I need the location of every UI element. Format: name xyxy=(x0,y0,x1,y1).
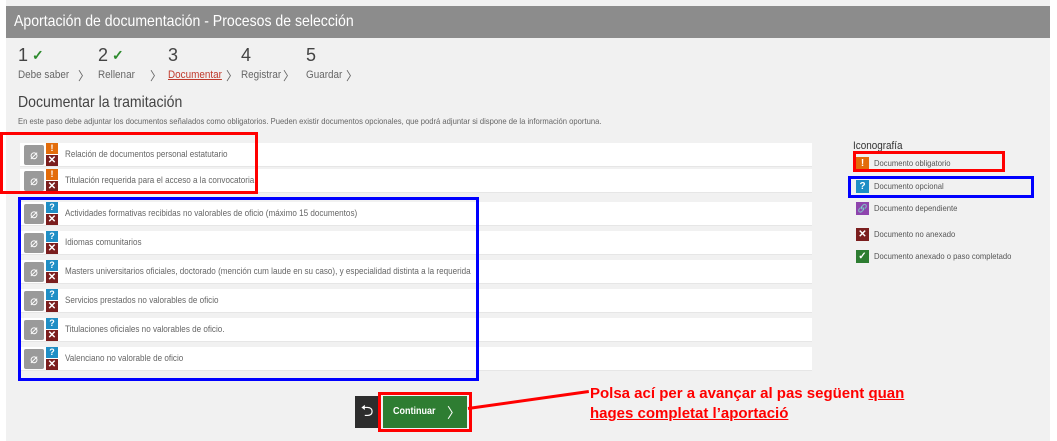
step-label[interactable]: Registrar xyxy=(241,69,281,81)
step-number: 2 xyxy=(98,45,109,65)
legend-label: Documento no anexado xyxy=(874,229,956,239)
paperclip-icon[interactable]: ⌀ xyxy=(24,320,44,340)
check-icon: ✓ xyxy=(32,47,44,63)
chevron-right-icon: 〉 xyxy=(346,69,359,83)
not-attached-icon: ✕ xyxy=(46,359,58,370)
document-label: Actividades formativas recibidas no valo… xyxy=(65,208,358,218)
not-attached-icon: ✕ xyxy=(46,243,58,254)
section-title: Documentar la tramitación xyxy=(18,94,183,111)
callout-line1-underlined: quan xyxy=(868,385,905,402)
callout-line2: hages completat l’aportació xyxy=(590,405,789,422)
optional-icon: ? xyxy=(46,289,58,300)
step-number: 1 xyxy=(18,45,29,65)
not-attached-icon: ✕ xyxy=(46,214,58,225)
paperclip-icon[interactable]: ⌀ xyxy=(24,291,44,311)
optional-icon: ? xyxy=(46,318,58,329)
document-row[interactable]: ⌀ ! ✕ Titulación requerida para el acces… xyxy=(20,169,812,193)
link-icon: 🔗 xyxy=(856,202,869,215)
return-icon: ⮌ xyxy=(360,403,374,420)
paperclip-icon[interactable]: ⌀ xyxy=(24,233,44,253)
not-attached-icon: ✕ xyxy=(46,155,58,166)
chevron-right-icon: 〉 xyxy=(447,405,461,421)
document-label: Masters universitarios oficiales, doctor… xyxy=(65,266,471,276)
legend-label: Documento dependiente xyxy=(874,203,958,213)
not-attached-icon: ✕ xyxy=(46,330,58,341)
paperclip-icon[interactable]: ⌀ xyxy=(24,262,44,282)
legend-label: Documento opcional xyxy=(874,181,944,191)
check-icon: ✓ xyxy=(112,47,124,63)
not-attached-icon: ✕ xyxy=(46,301,58,312)
document-label: Servicios prestados no valorables de ofi… xyxy=(65,295,219,305)
mandatory-icon: ! xyxy=(856,157,869,170)
callout-text: Polsa ací per a avançar al pas següent q… xyxy=(590,384,904,424)
document-label: Valenciano no valorable de oficio xyxy=(65,353,184,363)
section-description: En este paso debe adjuntar los documento… xyxy=(18,116,602,126)
not-attached-icon: ✕ xyxy=(46,272,58,283)
document-row[interactable]: ⌀ ? ✕ Actividades formativas recibidas n… xyxy=(20,202,812,226)
optional-icon: ? xyxy=(46,231,58,242)
continue-button[interactable]: Continuar 〉 xyxy=(383,396,467,428)
document-row[interactable]: ⌀ ! ✕ Relación de documentos personal es… xyxy=(20,143,812,167)
window-title: Aportación de documentación - Procesos d… xyxy=(14,13,354,30)
back-button[interactable]: ⮌ xyxy=(355,396,379,428)
step-number: 3 xyxy=(168,45,179,65)
paperclip-icon[interactable]: ⌀ xyxy=(24,349,44,369)
legend-title: Iconografía xyxy=(853,140,903,152)
paperclip-icon[interactable]: ⌀ xyxy=(24,145,44,165)
chevron-right-icon: 〉 xyxy=(283,69,296,83)
mandatory-icon: ! xyxy=(46,143,58,154)
not-attached-icon: ✕ xyxy=(46,181,58,192)
optional-icon: ? xyxy=(46,347,58,358)
callout-line1: Polsa ací per a avançar al pas següent xyxy=(590,385,869,402)
legend-label: Documento obligatorio xyxy=(874,158,951,168)
step-label[interactable]: Guardar xyxy=(306,69,342,81)
document-label: Titulación requerida para el acceso a la… xyxy=(65,175,255,185)
window-titlebar: Aportación de documentación - Procesos d… xyxy=(6,6,1050,38)
document-label: Titulaciones oficiales no valorables de … xyxy=(65,324,225,334)
document-row[interactable]: ⌀ ? ✕ Valenciano no valorable de oficio xyxy=(20,347,812,371)
step-label[interactable]: Debe saber xyxy=(18,69,69,81)
legend-label: Documento anexado o paso completado xyxy=(874,251,1012,261)
document-row[interactable]: ⌀ ? ✕ Masters universitarios oficiales, … xyxy=(20,260,812,284)
check-icon: ✓ xyxy=(856,250,869,263)
step-number: 4 xyxy=(241,45,252,65)
optional-icon: ? xyxy=(46,202,58,213)
step-label-active[interactable]: Documentar xyxy=(168,69,222,81)
optional-icon: ? xyxy=(46,260,58,271)
document-label: Relación de documentos personal estatuta… xyxy=(65,149,228,159)
step-number: 5 xyxy=(306,45,317,65)
mandatory-icon: ! xyxy=(46,169,58,180)
step-label[interactable]: Rellenar xyxy=(98,69,135,81)
document-label: Idiomas comunitarios xyxy=(65,237,142,247)
chevron-right-icon: 〉 xyxy=(150,69,163,83)
close-icon: ✕ xyxy=(856,228,869,241)
chevron-right-icon: 〉 xyxy=(226,69,239,83)
document-row[interactable]: ⌀ ? ✕ Idiomas comunitarios xyxy=(20,231,812,255)
document-row[interactable]: ⌀ ? ✕ Titulaciones oficiales no valorabl… xyxy=(20,318,812,342)
optional-icon: ? xyxy=(856,180,869,193)
chevron-right-icon: 〉 xyxy=(78,69,91,83)
paperclip-icon[interactable]: ⌀ xyxy=(24,204,44,224)
paperclip-icon[interactable]: ⌀ xyxy=(24,171,44,191)
document-row[interactable]: ⌀ ? ✕ Servicios prestados no valorables … xyxy=(20,289,812,313)
continue-label: Continuar xyxy=(393,406,436,417)
